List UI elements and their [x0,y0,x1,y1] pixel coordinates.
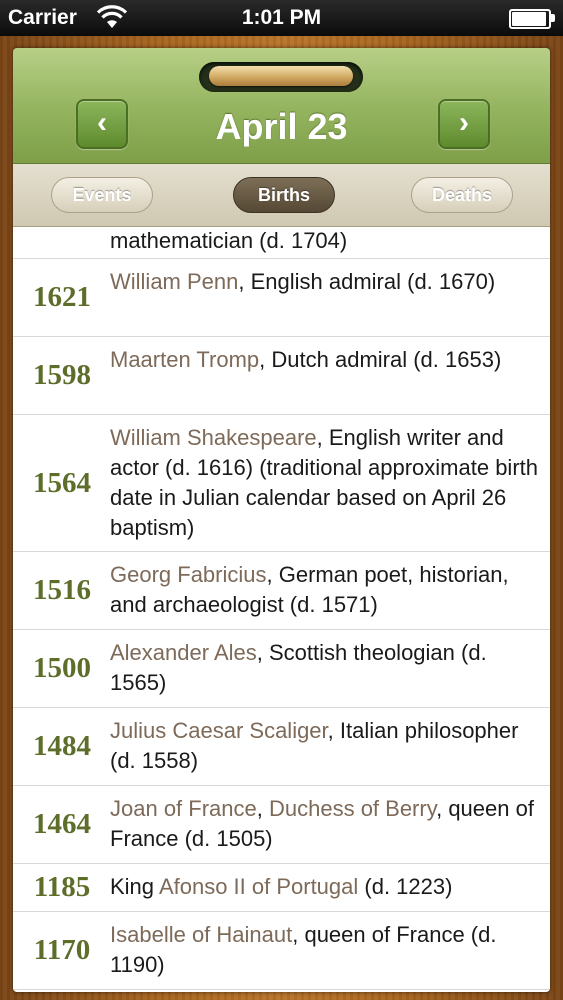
list-item[interactable]: 1170 Isabelle of Hainaut, queen of Franc… [13,912,550,990]
previous-day-button[interactable]: ‹ [76,99,128,149]
person-link[interactable]: Julius Caesar Scaliger [110,718,328,743]
list-item[interactable]: 1500 Alexander Ales, Scottish theologian… [13,630,550,708]
entry-text: mathematician (d. 1704) [110,228,348,253]
battery-icon [509,9,555,29]
entry-text: King Afonso II of Portugal (d. 1223) [110,874,453,899]
person-link[interactable]: Joan of France [110,796,257,821]
tab-deaths[interactable]: Deaths [411,177,513,213]
year-label: 1516 [33,574,91,606]
person-link[interactable]: Alexander Ales [110,640,257,665]
entry-text: Joan of France, Duchess of Berry, queen … [110,796,534,851]
page-title: April 23 [215,106,348,147]
status-bar: Carrier 1:01 PM [0,0,563,36]
year-label: 1564 [33,466,91,499]
header: ‹ April 23 › [13,48,550,164]
entry-text: Maarten Tromp, Dutch admiral (d. 1653) [110,347,502,372]
entry-text: William Penn, English admiral (d. 1670) [110,269,496,294]
entry-text: Julius Caesar Scaliger, Italian philosop… [110,718,519,773]
clip-bar [209,66,353,86]
list-item[interactable]: 1564 William Shakespeare, English writer… [13,415,550,552]
list-item[interactable]: 1484 Julius Caesar Scaliger, Italian phi… [13,708,550,786]
person-link-2[interactable]: Afonso II of Portugal [159,874,358,899]
person-link[interactable]: Georg Fabricius [110,562,267,587]
chevron-right-icon: › [459,106,469,139]
list-item[interactable]: 1185 King Afonso II of Portugal (d. 1223… [13,864,550,912]
year-label: 1623 [13,227,111,258]
year-label: 1464 [33,808,91,840]
births-list[interactable]: 1623 mathematician (d. 1704) 1621 Willia… [13,227,550,992]
entry-text: Isabelle of Hainaut, queen of France (d.… [110,922,497,977]
entry-text: William Shakespeare, English writer and … [110,425,538,540]
list-item[interactable]: 1621 William Penn, English admiral (d. 1… [13,259,550,337]
chevron-left-icon: ‹ [97,106,107,139]
tab-births[interactable]: Births [233,177,335,213]
entry-text: Alexander Ales, Scottish theologian (d. … [110,640,487,695]
list-item[interactable]: 1598 Maarten Tromp, Dutch admiral (d. 16… [13,337,550,415]
person-link[interactable]: Isabelle of Hainaut [110,922,292,947]
year-label: 1598 [33,359,91,391]
year-label: 1170 [33,934,91,966]
person-link[interactable]: William Shakespeare [110,425,317,450]
person-link[interactable]: Maarten Tromp [110,347,259,372]
year-label: 1621 [33,281,91,313]
title-link[interactable]: Duchess of Berry [269,796,436,821]
next-day-button[interactable]: › [438,99,490,149]
year-label: 1484 [33,730,91,762]
year-label: 1185 [33,871,91,903]
year-label: 1500 [33,652,91,684]
tab-events[interactable]: Events [51,177,153,213]
clipboard-panel: ‹ April 23 › Events Births Deaths 1623 m… [13,48,550,992]
segment-bar: Events Births Deaths [13,164,550,227]
clock: 1:01 PM [241,6,322,29]
list-item[interactable]: 1464 Joan of France, Duchess of Berry, q… [13,786,550,864]
entry-text: Georg Fabricius, German poet, historian,… [110,562,509,617]
person-link[interactable]: William Penn [110,269,238,294]
list-item[interactable]: 1623 mathematician (d. 1704) [13,227,550,259]
list-item[interactable]: 1516 Georg Fabricius, German poet, histo… [13,552,550,630]
